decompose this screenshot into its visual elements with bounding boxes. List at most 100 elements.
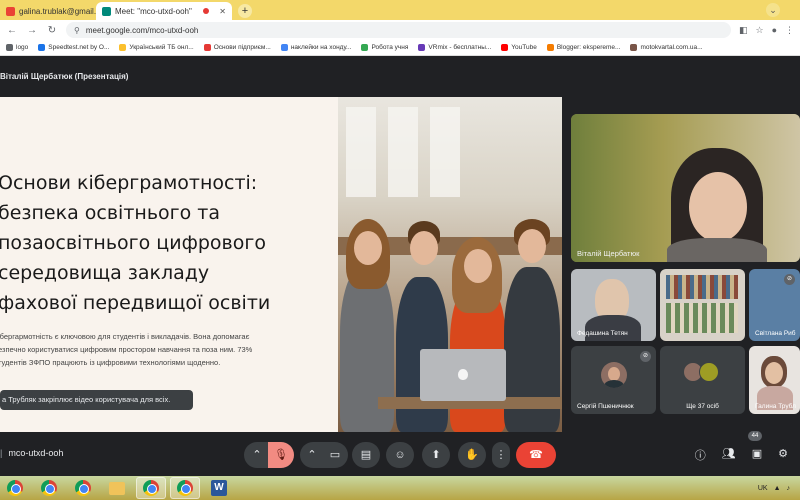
- camera-options-button[interactable]: ⌃: [300, 442, 324, 468]
- bookmark-label: Робота учня: [371, 44, 409, 51]
- people-icon[interactable]: 👥︎: [722, 447, 736, 463]
- participant-body: [667, 238, 767, 262]
- url-field[interactable]: ⚲ meet.google.com/mco-utxd-ooh: [66, 22, 731, 38]
- participant-name: Галина Трубл: [755, 403, 796, 410]
- chat-icon[interactable]: ▣: [752, 447, 762, 463]
- more-options-button[interactable]: ⋮: [492, 442, 510, 468]
- new-tab-button[interactable]: +: [238, 4, 252, 18]
- bookmark-item[interactable]: Український ТБ онл...: [119, 44, 194, 51]
- bookmark-item[interactable]: motokvartal.com.ua...: [630, 44, 703, 51]
- taskbar-chrome[interactable]: [0, 477, 30, 499]
- bookmark-item[interactable]: Blogger: ekspereme...: [546, 44, 621, 51]
- info-icon[interactable]: ⓘ: [695, 447, 706, 463]
- captions-button[interactable]: ▤: [352, 442, 380, 468]
- participant-face: [765, 362, 783, 384]
- address-bar: ← → ↻ ⚲ meet.google.com/mco-utxd-ooh ◧ ☆…: [0, 20, 800, 40]
- participant-tile[interactable]: ⊘ Світлана Риб: [749, 269, 800, 341]
- mic-options-button[interactable]: ⌃: [244, 442, 270, 468]
- participant-tile[interactable]: [660, 269, 745, 341]
- volume-icon[interactable]: ♪: [787, 485, 791, 492]
- camera-toggle[interactable]: ▭: [322, 442, 348, 468]
- back-icon[interactable]: ←: [6, 25, 18, 36]
- more-vert-icon: ⋮: [495, 449, 507, 461]
- bookmark-label: logo: [16, 44, 29, 51]
- star-icon[interactable]: ☆: [755, 25, 763, 36]
- taskbar-word[interactable]: W: [204, 477, 234, 499]
- bookmark-item[interactable]: logo: [6, 44, 28, 51]
- taskbar-chrome[interactable]: [34, 477, 64, 499]
- bookmark-item[interactable]: YouTube: [501, 44, 537, 51]
- tab-label: galina.trublak@gmail.co: [19, 6, 96, 16]
- bookmark-item[interactable]: наклейки на хонду...: [280, 44, 352, 51]
- profile-icon[interactable]: ●: [772, 25, 777, 36]
- present-screen-icon: ⬆: [431, 449, 441, 461]
- taskbar-folder[interactable]: [102, 477, 132, 499]
- url-text: meet.google.com/mco-utxd-ooh: [85, 25, 199, 35]
- taskbar-chrome[interactable]: [136, 477, 166, 499]
- mic-off-icon: ⊘: [640, 351, 651, 362]
- participant-tile[interactable]: ⊘ Сергій Пшеничнюк: [571, 346, 656, 414]
- student-head: [518, 229, 546, 263]
- chrome-icon: [143, 480, 159, 496]
- activities-icon[interactable]: ⚙: [778, 447, 788, 463]
- chevron-up-icon: ⌃: [252, 449, 262, 461]
- recording-dot-icon: [202, 8, 209, 14]
- side-panel-controls: ⓘ 👥︎ ▣ ⚙: [695, 447, 800, 463]
- participant-tile-main[interactable]: Віталій Щербатюк: [571, 114, 800, 262]
- meet-stage: Віталій Щербатюк (Презентація) Основи кі…: [0, 56, 800, 476]
- forward-icon[interactable]: →: [26, 25, 38, 36]
- participant-name: Віталій Щербатюк: [577, 249, 640, 258]
- tab-gmail[interactable]: galina.trublak@gmail.co ✕: [0, 2, 96, 20]
- microphone-toggle[interactable]: 🎙︎: [268, 442, 294, 468]
- network-icon[interactable]: ▲: [774, 485, 781, 492]
- close-icon[interactable]: ✕: [219, 7, 226, 16]
- leave-call-button[interactable]: ☎: [516, 442, 556, 468]
- bookmark-icon: [203, 44, 211, 51]
- bookmark-item[interactable]: Основи підприєм...: [203, 44, 271, 51]
- site-info-icon[interactable]: ⚲: [74, 26, 80, 35]
- participant-tile-overflow[interactable]: Ще 37 осіб: [660, 346, 745, 414]
- reactions-button[interactable]: ☺: [386, 442, 414, 468]
- bookmark-item[interactable]: Робота учня: [361, 44, 408, 51]
- meeting-code: mco-utxd-ooh: [8, 448, 64, 458]
- address-icons: ◧ ☆ ● ⋮: [739, 25, 794, 36]
- tab-meet[interactable]: Meet: "mco-utxd-ooh" ✕: [96, 2, 232, 20]
- participant-tile[interactable]: Галина Трубл: [749, 346, 800, 414]
- meet-control-bar: | mco-utxd-ooh ⌃ 🎙︎ ⌃ ▭ ▤ ☺ ⬆ ✋ ⋮ ☎ 44 ⓘ…: [0, 431, 800, 476]
- participant-tile[interactable]: Федашина Тетян: [571, 269, 656, 341]
- bookmark-label: наклейки на хонду...: [290, 44, 352, 51]
- slide-title: Основи кіберграмотності: безпека освітнь…: [0, 172, 271, 314]
- bookmark-icon: [6, 44, 13, 51]
- taskbar-chrome[interactable]: [170, 477, 200, 499]
- bookmark-label: Український ТБ онл...: [129, 44, 194, 51]
- bookmark-icon: [361, 44, 369, 51]
- bookmark-icon: [38, 44, 46, 51]
- present-button[interactable]: ⬆: [422, 442, 450, 468]
- chevron-up-icon: ⌃: [307, 449, 317, 461]
- avatar: [600, 361, 627, 388]
- bookmark-item[interactable]: VRmix - бесплатны...: [418, 44, 491, 51]
- separator: |: [0, 448, 3, 458]
- raise-hand-button[interactable]: ✋: [458, 442, 486, 468]
- bookmark-label: Blogger: ekspereme...: [556, 44, 621, 51]
- avatar-body: [603, 379, 624, 388]
- language-indicator[interactable]: UK: [758, 485, 768, 492]
- avatar-face: [607, 366, 620, 381]
- hangup-icon: ☎: [529, 449, 543, 461]
- chrome-icon: [7, 480, 23, 496]
- system-tray: UK ▲ ♪: [758, 485, 800, 492]
- bookmark-icon: [630, 44, 638, 51]
- reload-icon[interactable]: ↻: [46, 25, 58, 36]
- taskbar-chrome[interactable]: [68, 477, 98, 499]
- chevron-down-icon[interactable]: ⌄: [766, 3, 780, 17]
- extension-icon[interactable]: ◧: [739, 25, 748, 36]
- bookmarks-bar: logo Speedtest.net by O... Український Т…: [0, 40, 800, 56]
- participant-name: Федашина Тетян: [577, 330, 628, 337]
- laptop-image: [420, 349, 506, 401]
- menu-icon[interactable]: ⋮: [785, 25, 794, 36]
- student-head: [464, 249, 492, 283]
- photo-window: [430, 107, 460, 197]
- bookmark-icon: [418, 44, 426, 51]
- bookmark-label: Основи підприєм...: [213, 44, 271, 51]
- bookmark-item[interactable]: Speedtest.net by O...: [38, 44, 109, 51]
